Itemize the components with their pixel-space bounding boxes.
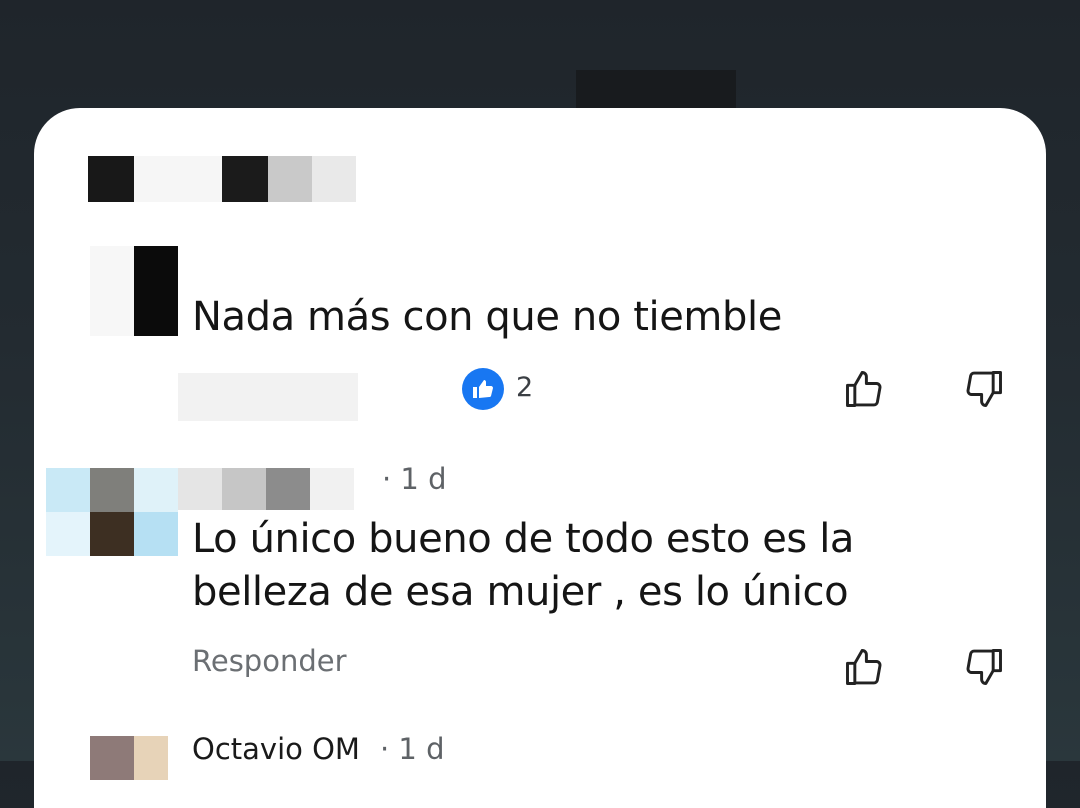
comment-1-reaction-like-icon (462, 368, 504, 410)
top-handle (576, 70, 736, 112)
comment-1-reaction-count: 2 (516, 372, 534, 403)
comment-2-text-line2: belleza de esa mujer , es lo único (192, 569, 849, 615)
comment-1-text: Nada más con que no tiemble (192, 294, 782, 340)
comment-2-thumb-up-icon[interactable] (840, 643, 888, 691)
comment-2-reply-button[interactable]: Responder (192, 644, 347, 678)
comments-card: Nada más con que no tiemble 2 · 1 d Lo ú… (34, 108, 1046, 808)
comment-1-thumb-down-icon[interactable] (960, 365, 1008, 413)
comment-1-thumb-up-icon[interactable] (840, 365, 888, 413)
comment-2-text-line1: Lo único bueno de todo esto es la (192, 516, 855, 562)
comment-2-thumb-down-icon[interactable] (960, 643, 1008, 691)
comment-2-time: · 1 d (382, 462, 447, 496)
